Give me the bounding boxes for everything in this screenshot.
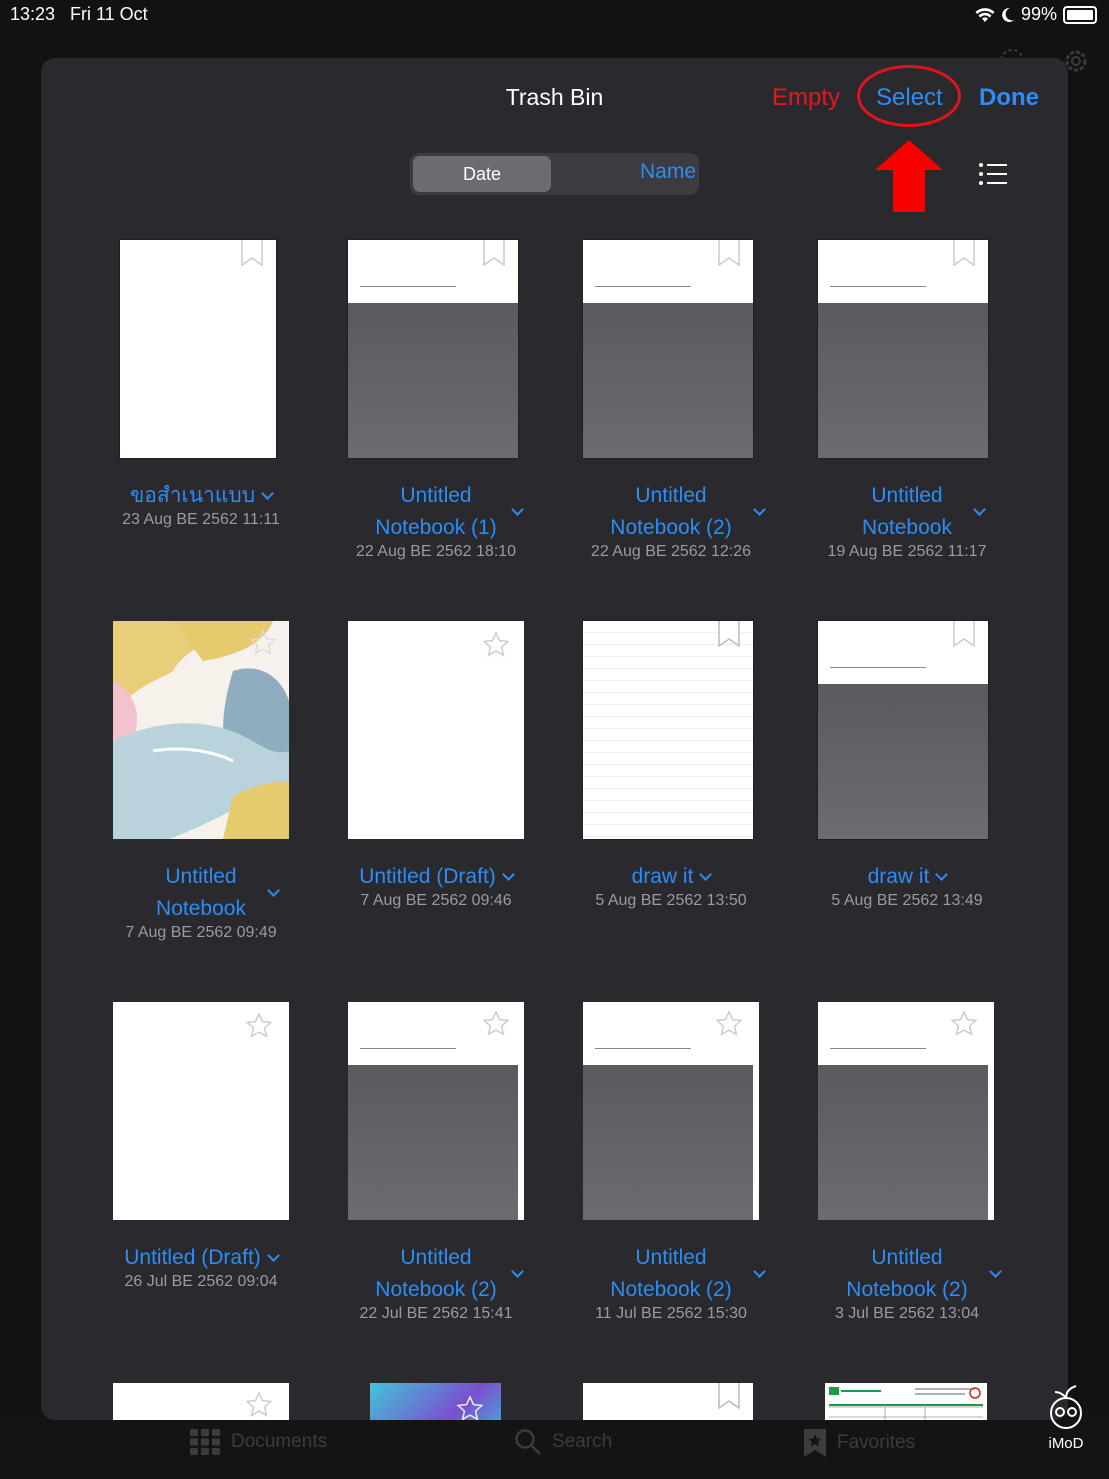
form-document-image xyxy=(829,1387,983,1420)
document-thumbnail[interactable] xyxy=(583,240,753,458)
star-icon[interactable] xyxy=(482,631,510,659)
star-icon[interactable] xyxy=(456,1395,484,1420)
bookmark-icon[interactable] xyxy=(718,1383,740,1409)
chevron-down-icon[interactable] xyxy=(261,487,274,500)
sort-segmented-control: Date Name xyxy=(410,153,699,195)
document-date: 22 Aug BE 2562 12:26 xyxy=(590,543,752,560)
annotation-arrow-icon xyxy=(875,140,943,212)
star-icon[interactable] xyxy=(245,1012,273,1040)
document-thumbnail[interactable] xyxy=(583,621,753,839)
moon-icon xyxy=(1002,7,1014,22)
bookmark-icon[interactable] xyxy=(718,240,740,266)
star-icon[interactable] xyxy=(245,1391,273,1419)
document-name[interactable]: Untitled Notebook xyxy=(91,861,311,925)
chevron-down-icon[interactable] xyxy=(501,868,515,881)
document-date: 7 Aug BE 2562 09:46 xyxy=(360,892,512,909)
bookmark-icon[interactable] xyxy=(953,621,975,647)
tab-documents[interactable]: Documents xyxy=(189,1428,327,1456)
document-name[interactable]: Untitled Notebook (2) xyxy=(561,1242,781,1306)
document-thumbnail[interactable] xyxy=(348,240,518,458)
annotation-circle xyxy=(857,65,961,127)
document-name[interactable]: Untitled Notebook xyxy=(797,480,1017,544)
battery-icon xyxy=(1063,5,1097,24)
document-name[interactable]: Untitled (Draft) xyxy=(326,861,546,893)
document-thumbnail[interactable] xyxy=(120,240,276,458)
document-thumbnail[interactable] xyxy=(818,621,988,839)
document-thumbnail[interactable] xyxy=(370,1383,501,1420)
star-icon[interactable] xyxy=(715,1010,743,1038)
chevron-down-icon[interactable] xyxy=(935,868,949,881)
document-date: 19 Aug BE 2562 11:17 xyxy=(827,543,987,560)
wifi-icon xyxy=(975,7,995,22)
document-thumbnail[interactable] xyxy=(583,1383,753,1420)
document-date: 11 Jul BE 2562 15:30 xyxy=(595,1305,747,1322)
document-thumbnail[interactable] xyxy=(583,1002,759,1220)
document-name[interactable]: draw it xyxy=(797,861,1017,893)
bookmark-icon[interactable] xyxy=(953,240,975,266)
bookmark-icon[interactable] xyxy=(483,240,505,266)
document-thumbnail[interactable] xyxy=(113,1383,289,1420)
status-right: 99% xyxy=(975,4,1097,25)
document-thumbnail[interactable] xyxy=(818,240,988,458)
status-bar: 13:23 Fri 11 Oct 99% xyxy=(0,0,1109,30)
tab-documents-label: Documents xyxy=(231,1431,328,1452)
document-date: 7 Aug BE 2562 09:49 xyxy=(125,924,277,941)
list-view-icon[interactable] xyxy=(978,162,1008,186)
document-date: 23 Aug BE 2562 11:11 xyxy=(122,511,280,528)
document-thumbnail[interactable] xyxy=(113,621,289,839)
chevron-down-icon[interactable] xyxy=(699,868,713,881)
document-thumbnail[interactable] xyxy=(348,1002,524,1220)
empty-button[interactable]: Empty xyxy=(772,84,840,112)
tab-favorites[interactable]: Favorites xyxy=(803,1428,915,1458)
chevron-down-icon[interactable] xyxy=(266,1249,280,1262)
document-thumbnail[interactable] xyxy=(825,1383,987,1420)
watermark: iMoD xyxy=(1036,1383,1096,1452)
document-date: 5 Aug BE 2562 13:50 xyxy=(595,892,747,909)
watermark-text: iMoD xyxy=(1048,1435,1084,1452)
document-thumbnail[interactable] xyxy=(113,1002,289,1220)
sort-option-name[interactable]: Name xyxy=(558,156,778,192)
document-name[interactable]: Untitled (Draft) xyxy=(91,1242,311,1274)
document-name[interactable]: draw it xyxy=(561,861,781,893)
grid-icon xyxy=(190,1429,220,1455)
bookmark-star-icon xyxy=(804,1429,826,1457)
sort-option-date[interactable]: Date xyxy=(413,156,551,192)
document-date: 5 Aug BE 2562 13:49 xyxy=(831,892,983,909)
document-date: 22 Aug BE 2562 18:10 xyxy=(355,543,517,560)
bookmark-icon[interactable] xyxy=(718,621,740,647)
search-icon xyxy=(515,1429,541,1455)
document-name[interactable]: Untitled Notebook (2) xyxy=(561,480,781,544)
document-name[interactable]: Untitled Notebook (2) xyxy=(797,1242,1017,1306)
done-button[interactable]: Done xyxy=(979,84,1039,112)
document-thumbnail[interactable] xyxy=(818,1002,994,1220)
bookmark-icon[interactable] xyxy=(241,240,263,266)
tab-favorites-label: Favorites xyxy=(837,1432,916,1453)
tab-search-label: Search xyxy=(552,1431,613,1452)
status-date: Fri 11 Oct xyxy=(70,4,148,24)
battery-percent: 99% xyxy=(1020,4,1057,24)
document-date: 22 Jul BE 2562 15:41 xyxy=(359,1305,513,1322)
document-date: 26 Jul BE 2562 09:04 xyxy=(124,1273,278,1290)
document-date: 3 Jul BE 2562 13:04 xyxy=(834,1305,980,1322)
tab-search[interactable]: Search xyxy=(514,1428,612,1456)
document-name[interactable]: ขอสำเนาแบบ xyxy=(91,480,311,512)
trash-bin-sheet: Trash Bin Empty Select Done Date Name ขอ… xyxy=(41,58,1068,1420)
status-time: 13:23 xyxy=(10,4,56,24)
star-icon[interactable] xyxy=(950,1010,978,1038)
document-thumbnail[interactable] xyxy=(348,621,524,839)
star-icon[interactable] xyxy=(482,1010,510,1038)
robot-logo-icon xyxy=(1050,1385,1082,1429)
star-icon[interactable] xyxy=(249,629,277,657)
